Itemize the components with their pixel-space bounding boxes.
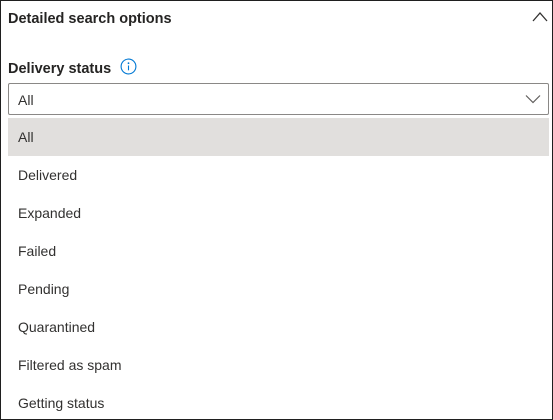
option-quarantined[interactable]: Quarantined [8, 308, 549, 346]
panel-title: Detailed search options [8, 11, 172, 27]
panel-header[interactable]: Detailed search options [1, 1, 552, 39]
option-expanded[interactable]: Expanded [8, 194, 549, 232]
chevron-down-icon [525, 95, 541, 104]
option-getting-status[interactable]: Getting status [8, 384, 549, 419]
option-pending[interactable]: Pending [8, 270, 549, 308]
delivery-status-label-row: Delivery status [8, 58, 137, 79]
delivery-status-options-list: All Delivered Expanded Failed Pending Qu… [8, 118, 549, 419]
option-delivered[interactable]: Delivered [8, 156, 549, 194]
detailed-search-options-panel: Detailed search options Delivery status … [0, 0, 553, 420]
delivery-status-label: Delivery status [8, 61, 112, 77]
option-all[interactable]: All [8, 118, 549, 156]
delivery-status-dropdown[interactable]: All [8, 83, 549, 115]
info-icon[interactable] [120, 58, 137, 75]
chevron-up-icon[interactable] [532, 10, 548, 24]
option-failed[interactable]: Failed [8, 232, 549, 270]
dropdown-selected-value: All [18, 92, 34, 108]
option-filtered-as-spam[interactable]: Filtered as spam [8, 346, 549, 384]
